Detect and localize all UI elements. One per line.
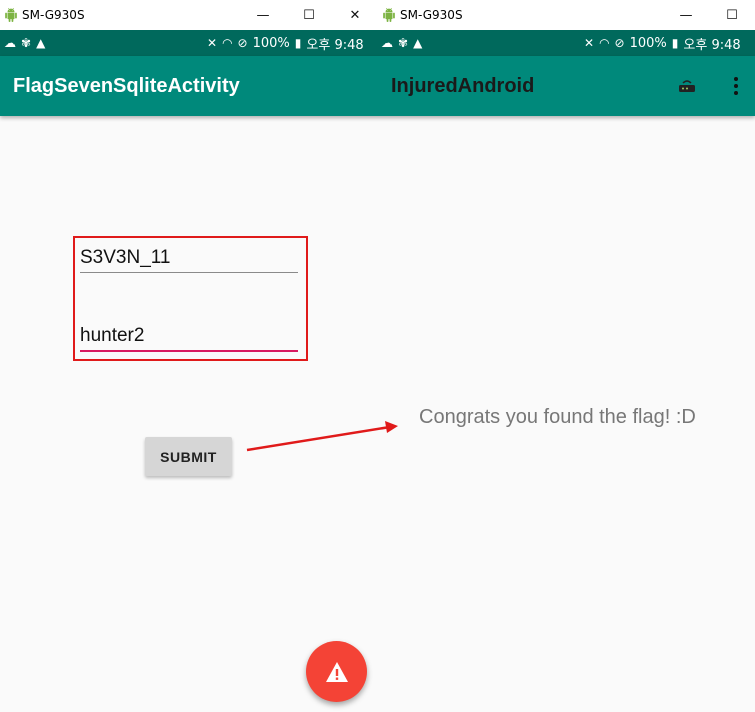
system-icons-right: ✕ ◠ ⊘ 100% ▮ 오후 9:48 xyxy=(584,30,741,56)
bug-icon: ✾ xyxy=(398,36,409,50)
maximize-button[interactable]: ☐ xyxy=(709,0,755,30)
password-field[interactable] xyxy=(80,322,298,350)
battery-percent: 100% xyxy=(629,35,667,51)
window-title: SM-G930S xyxy=(400,8,463,22)
maximize-button[interactable]: ☐ xyxy=(286,0,332,30)
warning-icon: ▲ xyxy=(413,36,423,50)
mute-icon: ✕ xyxy=(207,36,218,50)
notification-icons-left: ☁ ✾ ▲ xyxy=(4,30,45,56)
app-title: InjuredAndroid xyxy=(391,75,535,97)
android-icon xyxy=(5,8,17,22)
battery-icon: ▮ xyxy=(294,36,302,50)
battery-icon: ▮ xyxy=(671,36,679,50)
clock: 오후 9:48 xyxy=(306,37,364,53)
cloud-icon: ☁ xyxy=(4,36,16,50)
wifi-icon: ◠ xyxy=(599,36,610,50)
system-icons-left: ✕ ◠ ⊘ 100% ▮ 오후 9:48 xyxy=(207,30,364,56)
username-underline xyxy=(80,272,298,273)
router-icon[interactable] xyxy=(675,74,699,98)
minimize-button[interactable]: — xyxy=(240,0,286,30)
result-text: Congrats you found the flag! :D xyxy=(419,406,696,428)
minimize-button[interactable]: — xyxy=(663,0,709,30)
submit-button[interactable]: SUBMIT xyxy=(145,437,232,476)
no-sync-icon: ⊘ xyxy=(614,36,625,50)
mute-icon: ✕ xyxy=(584,36,595,50)
status-bar: ☁ ✾ ▲ ✕ ◠ ⊘ 100% ▮ 오후 9:48 ☁ ✾ ▲ ✕ ◠ ⊘ 1… xyxy=(0,30,755,56)
app-bar: FlagSevenSqliteActivity InjuredAndroid xyxy=(0,56,755,116)
annotation-arrow xyxy=(246,421,398,452)
cloud-icon: ☁ xyxy=(381,36,393,50)
android-icon xyxy=(383,8,395,22)
more-vert-icon[interactable] xyxy=(724,74,748,98)
username-field[interactable] xyxy=(80,244,298,272)
password-underline xyxy=(80,350,298,352)
window-titlebar-left: SM-G930S — ☐ ✕ xyxy=(0,0,378,30)
window-titlebar-right: SM-G930S — ☐ xyxy=(378,0,755,30)
close-button[interactable]: ✕ xyxy=(332,0,378,30)
warning-icon: ▲ xyxy=(36,36,46,50)
window-title: SM-G930S xyxy=(22,8,85,22)
fab-button[interactable] xyxy=(306,641,367,702)
bug-icon: ✾ xyxy=(21,36,32,50)
warning-icon xyxy=(325,661,348,682)
notification-icons-right: ☁ ✾ ▲ xyxy=(381,30,422,56)
battery-percent: 100% xyxy=(252,35,290,51)
wifi-icon: ◠ xyxy=(222,36,233,50)
no-sync-icon: ⊘ xyxy=(237,36,248,50)
activity-title: FlagSevenSqliteActivity xyxy=(13,75,240,97)
clock: 오후 9:48 xyxy=(683,37,741,53)
